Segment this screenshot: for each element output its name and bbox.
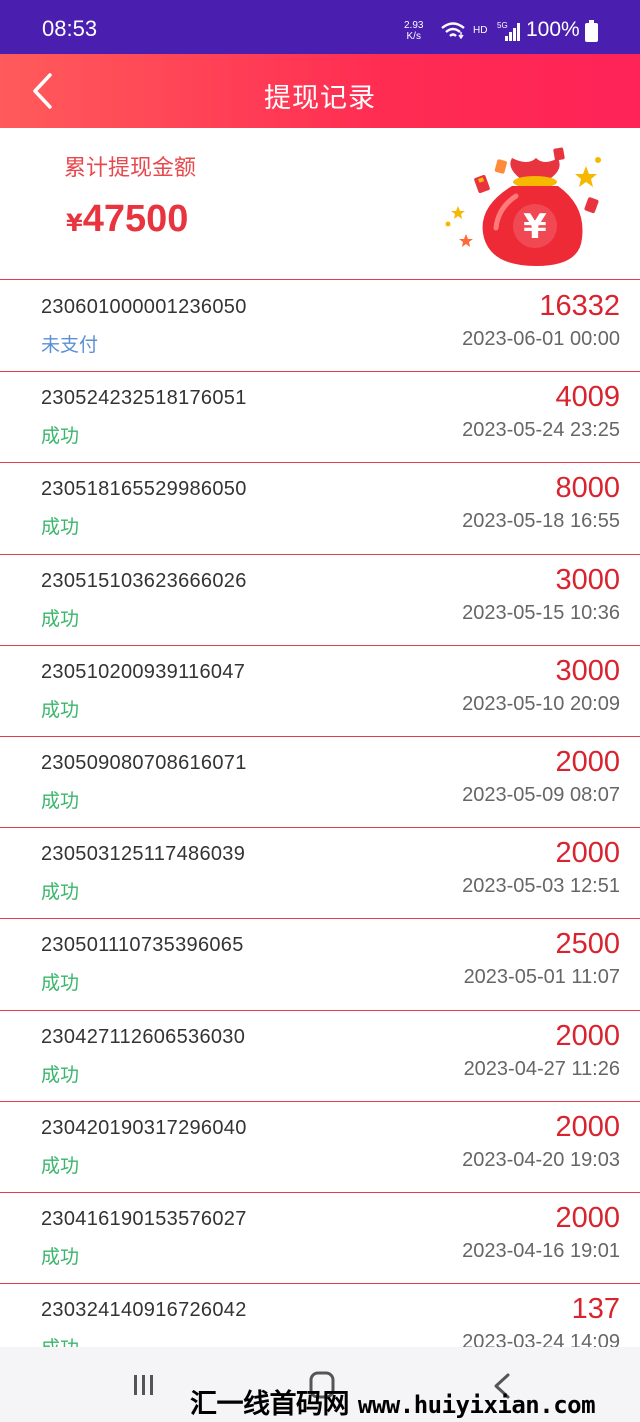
clock: 08:53 bbox=[42, 16, 98, 41]
wifi-icon bbox=[441, 22, 465, 40]
record-row[interactable]: 230427112606536030 成功 2000 2023-04-27 11… bbox=[0, 1010, 640, 1102]
status-label: 未支付 bbox=[41, 334, 99, 356]
battery-percent: 100% bbox=[526, 18, 580, 41]
order-number: 230515103623666026 bbox=[41, 569, 247, 592]
header-bar: 提现记录 bbox=[0, 54, 640, 128]
record-row[interactable]: 230324140916726042 成功 137 2023-03-24 14:… bbox=[0, 1284, 640, 1347]
hd-indicator: HD bbox=[473, 25, 488, 36]
order-number: 230524232518176051 bbox=[41, 387, 247, 410]
status-label: 成功 bbox=[41, 698, 80, 721]
status-label: 成功 bbox=[41, 881, 80, 904]
record-date: 2023-04-27 11:26 bbox=[463, 1057, 620, 1080]
order-number: 230601000001236050 bbox=[41, 296, 247, 318]
record-amount: 2000 bbox=[555, 1110, 620, 1143]
watermark: 汇一线首码网 www.huiyixian.com bbox=[190, 1382, 596, 1421]
record-row[interactable]: 230524232518176051 成功 4009 2023-05-24 23… bbox=[0, 372, 640, 464]
order-number: 230427112606536030 bbox=[41, 1025, 246, 1048]
order-number: 230324140916726042 bbox=[41, 1299, 247, 1322]
status-bar: 08:53 2.93 K/s HD 5G 100% bbox=[0, 0, 640, 54]
record-amount: 2000 bbox=[555, 1019, 620, 1052]
record-row[interactable]: 230416190153576027 成功 2000 2023-04-16 19… bbox=[0, 1192, 640, 1285]
withdrawal-summary: 累计提现金额 ¥47500 ¥ bbox=[0, 128, 640, 280]
status-label: 成功 bbox=[41, 789, 80, 812]
status-label: 成功 bbox=[41, 1245, 80, 1268]
record-amount: 2000 bbox=[555, 745, 620, 778]
record-date: 2023-06-01 00:00 bbox=[462, 328, 620, 350]
record-amount: 2000 bbox=[555, 1201, 620, 1234]
record-date: 2023-05-15 10:36 bbox=[462, 601, 620, 624]
record-date: 2023-05-10 20:09 bbox=[462, 692, 620, 715]
record-row[interactable]: 230515103623666026 成功 3000 2023-05-15 10… bbox=[0, 554, 640, 646]
order-number: 230503125117486039 bbox=[41, 843, 246, 866]
record-amount: 3000 bbox=[555, 654, 620, 687]
money-bag-icon: ¥ bbox=[445, 147, 601, 266]
order-number: 230501110735396065 bbox=[41, 934, 244, 957]
status-label: 成功 bbox=[41, 1333, 79, 1347]
record-row[interactable]: 230518165529986050 成功 8000 2023-05-18 16… bbox=[0, 463, 640, 555]
record-date: 2023-04-20 19:03 bbox=[462, 1148, 620, 1171]
record-date: 2023-03-24 14:09 bbox=[462, 1331, 620, 1347]
network-speed-unit: K/s bbox=[406, 31, 421, 42]
order-number: 230416190153576027 bbox=[41, 1207, 247, 1230]
watermark-url: www.huiyixian.com bbox=[357, 1391, 596, 1419]
record-row[interactable]: 230420190317296040 成功 2000 2023-04-20 19… bbox=[0, 1101, 640, 1193]
status-label: 成功 bbox=[41, 972, 80, 995]
svg-text:¥: ¥ bbox=[523, 207, 547, 247]
record-date: 2023-04-16 19:01 bbox=[462, 1239, 620, 1262]
status-label: 成功 bbox=[41, 1063, 80, 1086]
status-label: 成功 bbox=[41, 1154, 80, 1177]
record-amount: 2000 bbox=[555, 837, 620, 870]
record-date: 2023-05-01 11:07 bbox=[463, 966, 620, 989]
page-title: 提现记录 bbox=[264, 83, 376, 114]
status-label: 成功 bbox=[41, 516, 80, 539]
signal-icon: 5G bbox=[497, 21, 520, 41]
record-amount: 4009 bbox=[555, 381, 620, 414]
total-amount: ¥47500 bbox=[66, 198, 188, 241]
record-date: 2023-05-18 16:55 bbox=[462, 510, 620, 533]
record-row[interactable]: 230501110735396065 成功 2500 2023-05-01 11… bbox=[0, 919, 640, 1011]
record-date: 2023-05-24 23:25 bbox=[462, 419, 620, 442]
record-row[interactable]: 230509080708616071 成功 2000 2023-05-09 08… bbox=[0, 736, 640, 829]
status-label: 成功 bbox=[41, 425, 80, 448]
order-number: 230420190317296040 bbox=[41, 1116, 247, 1139]
record-amount: 3000 bbox=[555, 563, 620, 596]
status-label: 成功 bbox=[41, 607, 80, 630]
order-number: 230509080708616071 bbox=[41, 751, 247, 774]
currency-symbol: ¥ bbox=[66, 209, 83, 237]
record-row[interactable]: 230503125117486039 成功 2000 2023-05-03 12… bbox=[0, 828, 640, 920]
record-amount: 2500 bbox=[555, 928, 620, 961]
watermark-cn: 汇一线首码网 bbox=[190, 1389, 350, 1420]
total-value: 47500 bbox=[82, 198, 189, 240]
order-number: 230510200939116047 bbox=[41, 660, 246, 683]
record-amount: 16332 bbox=[539, 290, 620, 322]
record-date: 2023-05-09 08:07 bbox=[462, 783, 620, 806]
battery-icon bbox=[585, 20, 598, 42]
record-date: 2023-05-03 12:51 bbox=[462, 875, 620, 898]
withdrawal-record-list[interactable]: 230601000001236050 未支付 16332 2023-06-01 … bbox=[0, 281, 640, 1347]
recent-apps-icon[interactable] bbox=[124, 1371, 164, 1401]
record-amount: 8000 bbox=[555, 472, 620, 505]
record-row[interactable]: 230601000001236050 未支付 16332 2023-06-01 … bbox=[0, 281, 640, 373]
network-speed-value: 2.93 bbox=[404, 20, 424, 31]
network-speed: 2.93 K/s bbox=[404, 20, 423, 42]
network-type-label: 5G bbox=[497, 21, 508, 30]
record-row[interactable]: 230510200939116047 成功 3000 2023-05-10 20… bbox=[0, 645, 640, 737]
order-number: 230518165529986050 bbox=[41, 478, 247, 501]
record-amount: 137 bbox=[571, 1293, 620, 1326]
total-label: 累计提现金额 bbox=[64, 156, 197, 181]
